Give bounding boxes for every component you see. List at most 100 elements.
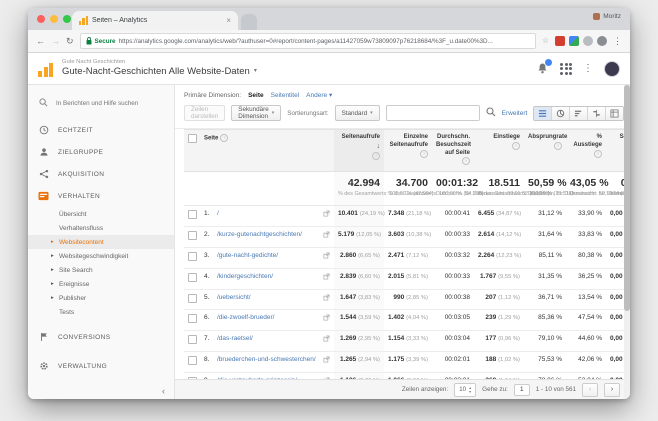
col-header-absprungrate[interactable]: Absprungrate bbox=[528, 134, 567, 140]
vertical-scrollbar[interactable] bbox=[624, 85, 630, 399]
sidebar-item-akquisition[interactable]: AKQUISITION bbox=[28, 163, 174, 185]
performance-view-button[interactable] bbox=[569, 107, 587, 120]
extension-icon-blue[interactable] bbox=[569, 36, 579, 46]
sidebar-item-websitecontent[interactable]: ▸Websitecontent bbox=[28, 235, 174, 249]
forward-icon[interactable]: → bbox=[51, 37, 60, 46]
col-header-seite[interactable]: Seite bbox=[204, 136, 218, 142]
open-in-new-icon[interactable] bbox=[323, 294, 330, 304]
bookmark-star-icon[interactable]: ☆ bbox=[542, 37, 549, 45]
sidebar-item-tests[interactable]: Tests bbox=[28, 305, 174, 319]
advanced-filter-link[interactable]: Erweitert bbox=[502, 110, 528, 117]
row-checkbox[interactable] bbox=[188, 294, 197, 303]
row-checkbox[interactable] bbox=[188, 335, 197, 344]
percentage-view-button[interactable] bbox=[551, 107, 569, 120]
page-link[interactable]: /uebersicht/ bbox=[217, 294, 251, 301]
previous-page-button[interactable]: ‹ bbox=[582, 383, 598, 397]
page-link[interactable]: /gute-nacht-gedichte/ bbox=[217, 252, 278, 259]
collapse-sidebar-icon[interactable]: ‹ bbox=[162, 386, 165, 396]
vertical-scrollbar-thumb[interactable] bbox=[624, 85, 630, 311]
extension-icon-dark[interactable] bbox=[597, 36, 607, 46]
extension-icon-red[interactable] bbox=[555, 36, 565, 46]
sidebar-item-websitegeschwindigkeit[interactable]: ▸Websitegeschwindigkeit bbox=[28, 249, 174, 263]
apps-grid-icon[interactable] bbox=[560, 63, 572, 75]
page-link[interactable]: /die-zwoelf-brueder/ bbox=[217, 314, 274, 321]
plot-rows-button[interactable]: Zeilen darstellen bbox=[184, 105, 225, 121]
reload-icon[interactable]: ↻ bbox=[66, 37, 74, 46]
info-icon[interactable]: ? bbox=[594, 150, 602, 158]
gear-icon bbox=[38, 361, 49, 371]
row-checkbox[interactable] bbox=[188, 273, 197, 282]
open-in-new-icon[interactable] bbox=[323, 335, 330, 345]
info-icon[interactable]: ? bbox=[512, 142, 520, 150]
url-bar[interactable]: Secure https://analytics.google.com/anal… bbox=[80, 33, 536, 49]
close-tab-icon[interactable]: × bbox=[226, 17, 231, 25]
sidebar-item-verwaltung[interactable]: VERWALTUNG bbox=[28, 355, 174, 377]
row-checkbox[interactable] bbox=[188, 314, 197, 323]
page-link[interactable]: / bbox=[217, 210, 219, 217]
zoom-window-button[interactable] bbox=[63, 15, 71, 23]
browser-menu-icon[interactable]: ⋮ bbox=[613, 37, 622, 46]
sidebar-item-verhalten[interactable]: VERHALTEN bbox=[28, 185, 174, 207]
browser-profile[interactable]: Moritz bbox=[593, 13, 621, 20]
info-icon[interactable]: ? bbox=[372, 152, 380, 160]
sidebar-search[interactable] bbox=[28, 87, 174, 119]
secondary-dimension-button[interactable]: Sekundäre Dimension ▾ bbox=[231, 105, 281, 121]
page-link[interactable]: /kindergeschichten/ bbox=[217, 273, 273, 280]
sidebar-item-verhaltensfluss[interactable]: Verhaltensfluss bbox=[28, 221, 174, 235]
open-in-new-icon[interactable] bbox=[323, 356, 330, 366]
table-search-icon[interactable] bbox=[486, 104, 496, 122]
col-header-einstiege[interactable]: Einstiege bbox=[493, 134, 520, 140]
page-link[interactable]: /kurze-gutenachtgeschichten/ bbox=[217, 231, 302, 238]
close-window-button[interactable] bbox=[37, 15, 45, 23]
sidebar-item-ereignisse[interactable]: ▸Ereignisse bbox=[28, 277, 174, 291]
back-icon[interactable]: ← bbox=[36, 37, 45, 46]
new-tab-button[interactable] bbox=[241, 14, 257, 30]
pivot-view-button[interactable] bbox=[605, 107, 623, 120]
avatar[interactable] bbox=[604, 61, 620, 77]
page-link[interactable]: /bruederchen-und-schwesterchen/ bbox=[217, 356, 316, 363]
sidebar-item-zielgruppe[interactable]: ZIELGRUPPE bbox=[28, 141, 174, 163]
sidebar-item-bersicht[interactable]: Übersicht bbox=[28, 207, 174, 221]
col-header-einzelne[interactable]: Einzelne Seitenaufrufe bbox=[390, 134, 428, 148]
col-header-besuchszeit[interactable]: Durchschn. Besuchszeit auf Seite bbox=[436, 134, 471, 156]
sidebar-item-site-search[interactable]: ▸Site Search bbox=[28, 263, 174, 277]
col-header-seitenaufrufe[interactable]: Seitenaufrufe bbox=[342, 134, 380, 140]
comparison-view-button[interactable] bbox=[587, 107, 605, 120]
open-in-new-icon[interactable] bbox=[323, 314, 330, 324]
open-in-new-icon[interactable] bbox=[323, 231, 330, 241]
row-checkbox[interactable] bbox=[188, 231, 197, 240]
select-all-checkbox[interactable] bbox=[188, 134, 197, 143]
sidebar-item-conversions[interactable]: CONVERSIONS bbox=[28, 326, 174, 348]
sort-type-button[interactable]: Standard ▾ bbox=[335, 105, 380, 121]
notifications-button[interactable] bbox=[536, 62, 549, 75]
dimension-option-seite[interactable]: Seite bbox=[248, 92, 264, 99]
row-checkbox[interactable] bbox=[188, 210, 197, 219]
open-in-new-icon[interactable] bbox=[323, 252, 330, 262]
row-checkbox[interactable] bbox=[188, 356, 197, 365]
dimension-option-andere[interactable]: Andere ▾ bbox=[306, 91, 332, 99]
next-page-button[interactable]: › bbox=[604, 383, 620, 397]
sidebar-item-publisher[interactable]: ▸Publisher bbox=[28, 291, 174, 305]
minimize-window-button[interactable] bbox=[50, 15, 58, 23]
extension-icon-gray[interactable] bbox=[583, 36, 593, 46]
info-icon[interactable]: ? bbox=[220, 134, 228, 142]
row-checkbox[interactable] bbox=[188, 252, 197, 261]
search-input[interactable] bbox=[54, 99, 166, 108]
open-in-new-icon[interactable] bbox=[323, 273, 330, 283]
rows-per-page-select[interactable]: 10 ▴▾ bbox=[454, 383, 476, 397]
dimension-option-seitentitel[interactable]: Seitentitel bbox=[271, 92, 300, 99]
goto-page-input[interactable] bbox=[514, 384, 530, 396]
more-options-icon[interactable]: ⋮ bbox=[583, 63, 593, 74]
col-header-ausstiege[interactable]: % Ausstiege bbox=[573, 134, 602, 148]
open-in-new-icon[interactable] bbox=[323, 210, 330, 220]
browser-tab[interactable]: Seiten – Analytics × bbox=[72, 11, 238, 30]
table-search-input[interactable] bbox=[386, 105, 480, 121]
sidebar-item-echtzeit[interactable]: ECHTZEIT bbox=[28, 119, 174, 141]
total-pageviews: 42.994 bbox=[338, 177, 380, 190]
info-icon[interactable]: ? bbox=[554, 142, 562, 150]
page-link[interactable]: /das-raetsel/ bbox=[217, 335, 253, 342]
view-selector[interactable]: Gute-Nacht-Geschichten Alle Website-Date… bbox=[62, 66, 257, 78]
info-icon[interactable]: ? bbox=[420, 150, 428, 158]
info-icon[interactable]: ? bbox=[462, 157, 470, 165]
table-view-button[interactable] bbox=[534, 107, 551, 120]
